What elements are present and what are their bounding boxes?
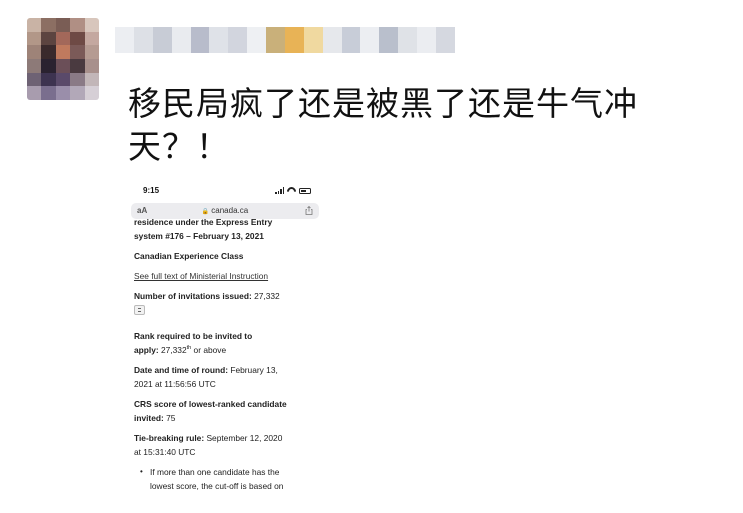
avatar[interactable] [27, 18, 99, 100]
avatar-pixel [70, 72, 85, 87]
username-pixel [190, 27, 210, 53]
program-name: Canadian Experience Class [134, 251, 244, 261]
avatar-pixel [41, 72, 56, 87]
share-icon[interactable] [305, 206, 313, 215]
username-pixel [209, 27, 229, 53]
avatar-pixel [84, 72, 99, 87]
username-pixel [152, 27, 172, 53]
invitations-row: Number of invitations issued: 27,332 [134, 289, 319, 319]
username-pixel [303, 27, 323, 53]
avatar-pixel [41, 31, 56, 46]
post-text: 移民局疯了还是被黑了还是牛气冲天？！ [128, 84, 638, 166]
avatar-pixel [84, 31, 99, 46]
avatar-pixel [41, 59, 56, 73]
avatar-pixel [27, 31, 42, 46]
username-pixel [360, 27, 380, 53]
avatar-pixel [27, 18, 42, 32]
avatar-pixel [70, 45, 85, 59]
rank-value: 27,332 [161, 345, 187, 355]
avatar-pixel [84, 45, 99, 59]
username-pixel [322, 27, 342, 53]
username-pixel [266, 27, 285, 53]
list-item: • If more than one candidate has the lowe… [140, 467, 284, 491]
bullet-icon: • [140, 467, 143, 476]
avatar-pixel [41, 45, 56, 59]
draw-heading: residence under the Express Entry system… [134, 217, 273, 241]
avatar-pixel [55, 31, 71, 46]
avatar-pixel [27, 72, 42, 87]
avatar-pixel [55, 18, 71, 32]
url-value: canada.ca [211, 206, 249, 215]
status-icons [275, 187, 311, 194]
avatar-pixel [84, 18, 99, 32]
page-content: residence under the Express Entry system… [134, 217, 319, 493]
avatar-pixel [70, 31, 85, 46]
tie-breaking-row: Tie-breaking rule: September 12, 2020 at… [134, 433, 283, 457]
status-bar: 9:15 [122, 181, 328, 199]
username-pixel [171, 27, 191, 53]
avatar-pixel [70, 86, 85, 100]
avatar-pixel [41, 86, 56, 100]
username-pixel [247, 27, 266, 53]
username-pixel [398, 27, 417, 53]
footnote-toggle-button[interactable] [134, 305, 145, 315]
crs-value: 75 [166, 413, 176, 423]
avatar-pixel [70, 18, 85, 32]
avatar-pixel [84, 86, 99, 100]
avatar-pixel [27, 59, 42, 73]
ministerial-instruction-link[interactable]: See full text of Ministerial Instruction [134, 271, 268, 281]
battery-icon [299, 187, 311, 194]
url-text[interactable]: 🔒 canada.ca [131, 206, 319, 215]
avatar-pixel [84, 59, 99, 73]
username-pixel [115, 27, 134, 53]
avatar-pixel [70, 59, 85, 73]
signal-icon [275, 187, 284, 194]
avatar-pixel [41, 18, 56, 32]
avatar-pixel [55, 72, 71, 87]
invitations-value: 27,332 [254, 291, 280, 301]
avatar-pixel [55, 45, 71, 59]
username-pixel [379, 27, 399, 53]
avatar-pixel [55, 59, 71, 73]
avatar-pixel [27, 86, 42, 100]
username-pixel [228, 27, 248, 53]
username-pixel [417, 27, 436, 53]
rank-row: Rank required to be invited to apply: 27… [134, 331, 253, 355]
crs-row: CRS score of lowest-ranked candidate inv… [134, 399, 287, 423]
username-pixel [284, 27, 304, 53]
username-pixel [133, 27, 153, 53]
avatar-pixel [27, 45, 42, 59]
wifi-icon [287, 187, 296, 194]
status-time: 9:15 [143, 186, 160, 195]
avatar-pixel [55, 86, 71, 100]
username-redacted[interactable] [115, 27, 455, 53]
username-pixel [435, 27, 455, 53]
date-row: Date and time of round: February 13, 202… [134, 365, 278, 389]
username-pixel [341, 27, 361, 53]
phone-screenshot: 9:15 aA 🔒 canada.ca residence under the E… [122, 181, 328, 513]
